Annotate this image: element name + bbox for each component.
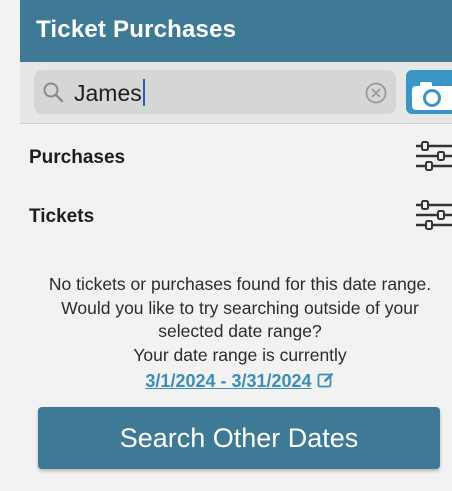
search-icon [43,82,64,103]
section-tickets[interactable]: Tickets [20,186,452,244]
camera-button[interactable] [406,70,452,114]
edit-icon[interactable] [317,371,335,389]
date-range-line: 3/1/2024 - 3/31/2024 [28,370,452,394]
search-bar: James [20,62,452,124]
text-caret [142,79,145,106]
date-range-prefix: Your date range is currently [133,344,347,365]
search-other-dates-button[interactable]: Search Other Dates [38,407,440,469]
search-input[interactable]: James [34,70,396,114]
section-label: Purchases [29,147,126,168]
clear-icon[interactable] [364,81,388,105]
empty-state: No tickets or purchases found for this d… [28,273,452,394]
section-purchases[interactable]: Purchases [20,127,452,185]
empty-state-message: No tickets or purchases found for this d… [48,274,432,341]
filter-icon[interactable] [414,139,452,173]
date-range-link[interactable]: 3/1/2024 - 3/31/2024 [145,371,311,391]
camera-icon [412,82,452,110]
page-title: Ticket Purchases [36,16,237,43]
app-header: Ticket Purchases [20,0,452,62]
section-label: Tickets [29,206,95,227]
search-input-value: James [74,79,145,107]
filter-icon[interactable] [414,198,452,232]
